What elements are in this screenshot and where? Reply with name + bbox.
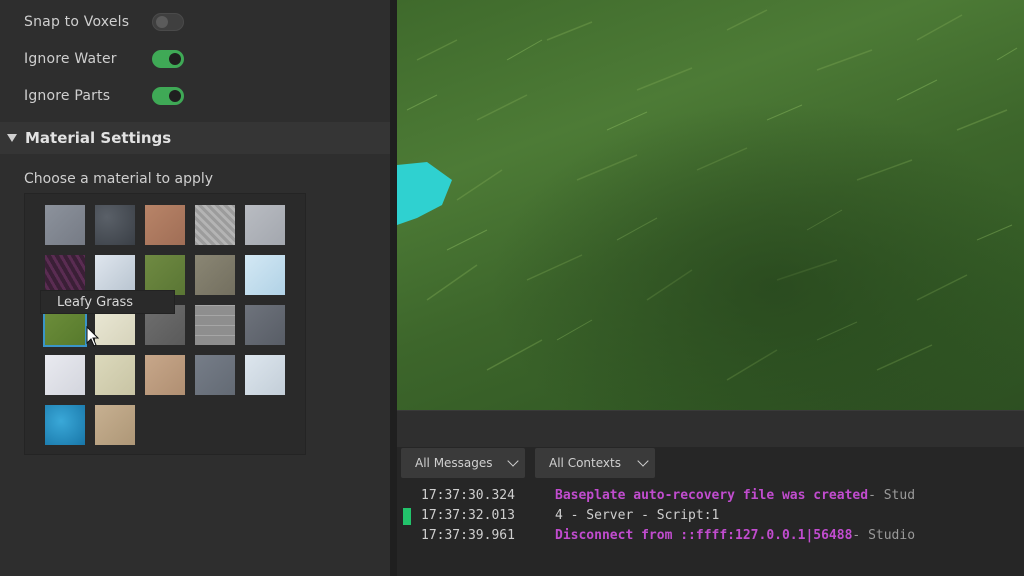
output-panel-header	[397, 410, 1024, 447]
material-tile-ground[interactable]	[195, 255, 235, 295]
log-line[interactable]: 17:37:30.324 Baseplate auto-recovery fil…	[421, 488, 915, 506]
toggle-row-ignore-water: Ignore Water	[24, 47, 184, 71]
material-tile-smooth-plastic[interactable]	[195, 355, 235, 395]
chevron-down-icon	[637, 455, 649, 467]
dropdown-label: All Messages	[415, 456, 493, 470]
panel-divider[interactable]	[390, 0, 397, 576]
toggle-row-snap-to-voxels: Snap to Voxels	[24, 10, 184, 34]
material-tile-brick[interactable]	[145, 205, 185, 245]
ignore-parts-switch[interactable]	[152, 87, 184, 105]
toggle-row-ignore-parts: Ignore Parts	[24, 84, 184, 108]
material-tile-rock[interactable]	[245, 205, 285, 245]
switch-knob	[169, 53, 181, 65]
dropdown-label: All Contexts	[549, 456, 621, 470]
log-source: - Stud	[868, 488, 916, 503]
chevron-down-icon	[507, 455, 519, 467]
material-tile-slate[interactable]	[45, 205, 85, 245]
switch-knob	[169, 90, 181, 102]
switch-knob	[156, 16, 168, 28]
section-title: Material Settings	[25, 129, 172, 147]
log-message: Disconnect from ::ffff:127.0.0.1|56488	[555, 528, 853, 543]
snap-to-voxels-switch[interactable]	[152, 13, 184, 31]
log-timestamp: 17:37:39.961	[421, 528, 515, 543]
material-tile-concrete[interactable]	[95, 205, 135, 245]
material-tile-salt[interactable]	[45, 355, 85, 395]
log-timestamp: 17:37:30.324	[421, 488, 515, 503]
log-message: Baseplate auto-recovery file was created	[555, 488, 869, 503]
log-timestamp: 17:37:32.013	[421, 508, 515, 523]
mouse-cursor-icon	[86, 326, 100, 347]
material-tile-cobblestone[interactable]	[195, 205, 235, 245]
log-line[interactable]: 17:37:32.013 4 - Server - Script:1	[421, 508, 719, 526]
terrain-tool-panel: Snap to Voxels Ignore Water Ignore Parts…	[0, 0, 390, 576]
toggle-label: Snap to Voxels	[24, 14, 130, 30]
filter-messages-dropdown[interactable]: All Messages	[401, 448, 525, 478]
collapse-triangle-icon[interactable]	[7, 134, 17, 142]
material-tile-water[interactable]	[45, 405, 85, 445]
ignore-water-switch[interactable]	[152, 50, 184, 68]
material-tile-pavement[interactable]	[195, 305, 235, 345]
material-tile-snow[interactable]	[245, 355, 285, 395]
log-source: - Studio	[852, 528, 916, 543]
material-tile-ice[interactable]	[245, 255, 285, 295]
material-tooltip: Leafy Grass	[40, 290, 175, 314]
material-tile-grass[interactable]	[145, 255, 185, 295]
material-tile-wood-planks[interactable]	[95, 405, 135, 445]
material-tile-glacier[interactable]	[95, 255, 135, 295]
material-settings-header[interactable]: Material Settings	[0, 122, 390, 154]
3d-viewport[interactable]	[397, 0, 1024, 410]
toggle-label: Ignore Water	[24, 51, 117, 67]
material-tile-basalt[interactable]	[245, 305, 285, 345]
log-message: 4 - Server - Script:1	[555, 508, 720, 523]
toggle-label: Ignore Parts	[24, 88, 111, 104]
material-tile-sandstone[interactable]	[145, 355, 185, 395]
material-tile-cracked-lava[interactable]	[45, 255, 85, 295]
grass-terrain-scene	[397, 0, 1024, 410]
material-prompt: Choose a material to apply	[24, 171, 214, 187]
log-selection-marker	[403, 508, 411, 525]
material-tile-sand[interactable]	[95, 355, 135, 395]
log-line[interactable]: 17:37:39.961 Disconnect from ::ffff:127.…	[421, 528, 915, 546]
material-grid	[24, 193, 306, 455]
filter-contexts-dropdown[interactable]: All Contexts	[535, 448, 655, 478]
